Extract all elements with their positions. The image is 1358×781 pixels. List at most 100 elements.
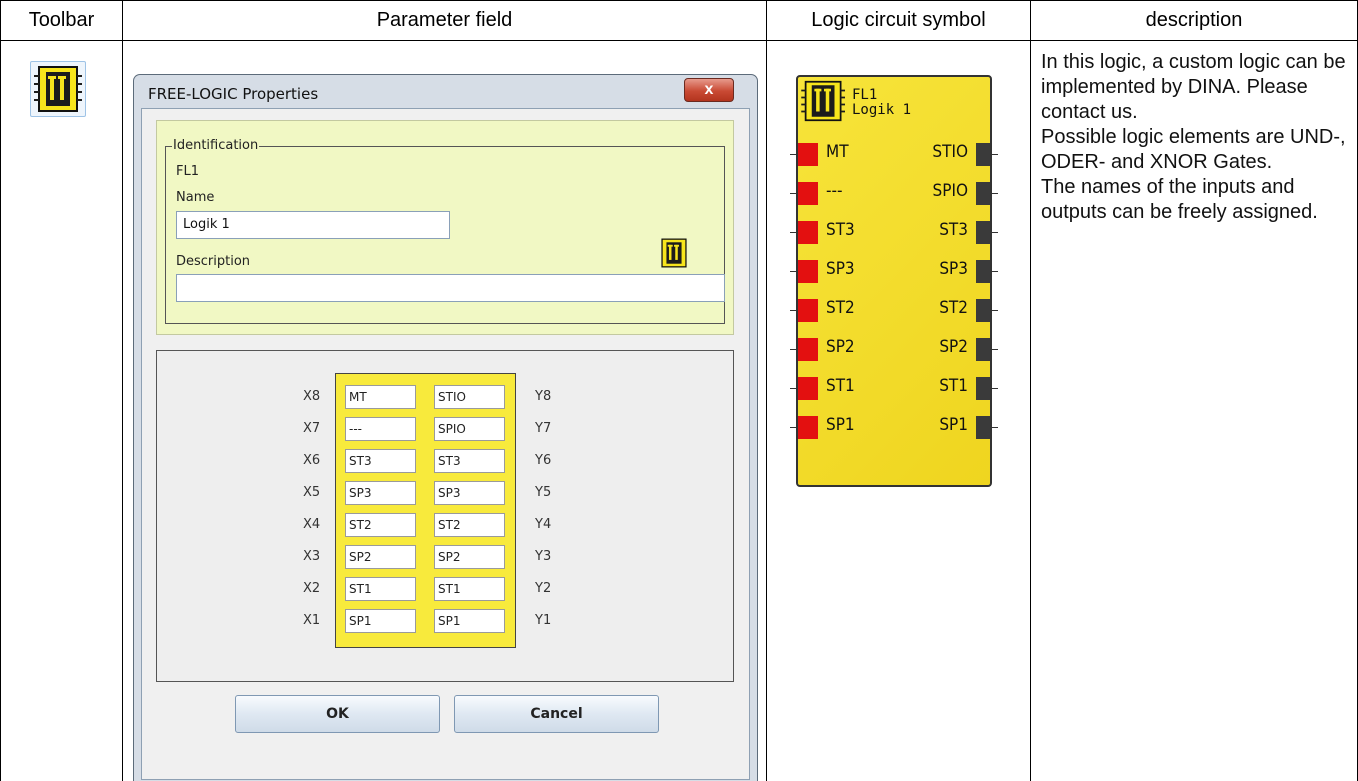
io-output-label: Y3 xyxy=(535,549,552,564)
io-input-label: X8 xyxy=(303,389,321,404)
output-pin xyxy=(976,182,990,205)
output-pin-line xyxy=(990,232,998,233)
free-logic-chip-icon xyxy=(661,238,687,268)
input-pin xyxy=(798,182,818,205)
output-pin xyxy=(976,299,990,322)
io-chip-body xyxy=(335,373,516,648)
io-input-field[interactable]: ST2 xyxy=(345,513,416,537)
io-output-label: Y4 xyxy=(535,517,552,532)
output-pin xyxy=(976,338,990,361)
io-output-field[interactable]: ST2 xyxy=(434,513,505,537)
input-pin xyxy=(798,377,818,400)
element-id: FL1 xyxy=(176,164,199,179)
io-input-label: X1 xyxy=(303,613,321,628)
io-output-label: Y1 xyxy=(535,613,552,628)
output-pin-label: SPIO xyxy=(932,181,968,201)
input-pin-line xyxy=(790,154,798,155)
io-input-field[interactable]: ST3 xyxy=(345,449,416,473)
symbol-name: Logik 1 xyxy=(852,102,912,118)
io-output-label: Y6 xyxy=(535,453,552,468)
identification-group: Identification FL1 Name Logik 1 Descript… xyxy=(165,138,725,324)
io-input-label: X7 xyxy=(303,421,321,436)
input-pin-label: SP1 xyxy=(826,415,855,435)
free-logic-properties-dialog: FREE-LOGIC Properties x Identification F… xyxy=(133,74,758,781)
output-pin xyxy=(976,260,990,283)
free-logic-toolbar-button[interactable] xyxy=(30,61,86,117)
input-pin xyxy=(798,338,818,361)
output-pin-label: STIO xyxy=(932,142,968,162)
output-pin xyxy=(976,221,990,244)
description-input[interactable] xyxy=(176,274,725,302)
description-paragraph: The names of the inputs and outputs can … xyxy=(1041,176,1318,223)
io-input-field[interactable]: SP1 xyxy=(345,609,416,633)
output-pin-line xyxy=(990,310,998,311)
io-output-label: Y5 xyxy=(535,485,552,500)
close-button[interactable]: x xyxy=(684,78,734,102)
input-pin xyxy=(798,416,818,439)
output-pin-line xyxy=(990,427,998,428)
name-input[interactable]: Logik 1 xyxy=(176,211,450,239)
io-output-field[interactable]: ST1 xyxy=(434,577,505,601)
input-pin-line xyxy=(790,310,798,311)
input-pin-label: ST3 xyxy=(826,220,855,240)
output-pin-line xyxy=(990,154,998,155)
description-paragraph: In this logic, a custom logic can be imp… xyxy=(1041,51,1346,123)
io-input-field[interactable]: ST1 xyxy=(345,577,416,601)
cancel-button[interactable]: Cancel xyxy=(454,695,659,733)
header-description: description xyxy=(1145,9,1243,31)
io-input-label: X6 xyxy=(303,453,321,468)
io-output-field[interactable]: ST3 xyxy=(434,449,505,473)
input-pin-line xyxy=(790,427,798,428)
io-mapping-panel: X8 MT STIO Y8 X7 --- SPIO Y7 X6 ST3 ST3 Y6 X5 SP3 SP3 Y… xyxy=(156,350,734,682)
description-text: In this logic, a custom logic can be imp… xyxy=(1041,50,1353,225)
output-pin xyxy=(976,377,990,400)
ok-button[interactable]: OK xyxy=(235,695,440,733)
output-pin-label: ST3 xyxy=(939,220,968,240)
io-output-field[interactable]: SPIO xyxy=(434,417,505,441)
description-paragraph: Possible logic elements are UND-, ODER- … xyxy=(1041,126,1346,173)
input-pin-label: ST1 xyxy=(826,376,855,396)
io-output-field[interactable]: SP2 xyxy=(434,545,505,569)
input-pin-line xyxy=(790,193,798,194)
header-toolbar: Toolbar xyxy=(28,9,95,31)
header-logic-circuit-symbol: Logic circuit symbol xyxy=(811,9,986,31)
symbol-id: FL1 xyxy=(852,87,878,103)
io-input-field[interactable]: --- xyxy=(345,417,416,441)
input-pin-label: MT xyxy=(826,142,849,162)
input-pin-line xyxy=(790,388,798,389)
io-output-label: Y7 xyxy=(535,421,552,436)
input-pin-label: SP3 xyxy=(826,259,855,279)
close-icon: x xyxy=(704,81,714,98)
output-pin xyxy=(976,416,990,439)
dialog-title: FREE-LOGIC Properties xyxy=(148,85,319,103)
output-pin-line xyxy=(990,388,998,389)
header-parameter-field: Parameter field xyxy=(376,9,513,31)
free-logic-chip-icon xyxy=(34,66,82,112)
name-label: Name xyxy=(176,190,215,205)
output-pin-label: ST1 xyxy=(939,376,968,396)
input-pin-line xyxy=(790,271,798,272)
io-input-label: X4 xyxy=(303,517,321,532)
input-pin xyxy=(798,221,818,244)
input-pin-line xyxy=(790,349,798,350)
output-pin-label: SP1 xyxy=(939,415,968,435)
output-pin-line xyxy=(990,271,998,272)
output-pin-label: SP2 xyxy=(939,337,968,357)
io-input-label: X5 xyxy=(303,485,321,500)
io-input-field[interactable]: SP3 xyxy=(345,481,416,505)
free-logic-chip-icon xyxy=(801,80,845,122)
io-output-field[interactable]: SP1 xyxy=(434,609,505,633)
output-pin-line xyxy=(990,349,998,350)
io-input-field[interactable]: MT xyxy=(345,385,416,409)
identification-legend: Identification xyxy=(172,138,260,153)
output-pin xyxy=(976,143,990,166)
io-input-field[interactable]: SP2 xyxy=(345,545,416,569)
input-pin-label: --- xyxy=(826,181,843,201)
io-output-label: Y8 xyxy=(535,389,552,404)
io-output-label: Y2 xyxy=(535,581,552,596)
io-input-label: X3 xyxy=(303,549,321,564)
input-pin xyxy=(798,260,818,283)
io-output-field[interactable]: STIO xyxy=(434,385,505,409)
output-pin-label: ST2 xyxy=(939,298,968,318)
io-output-field[interactable]: SP3 xyxy=(434,481,505,505)
